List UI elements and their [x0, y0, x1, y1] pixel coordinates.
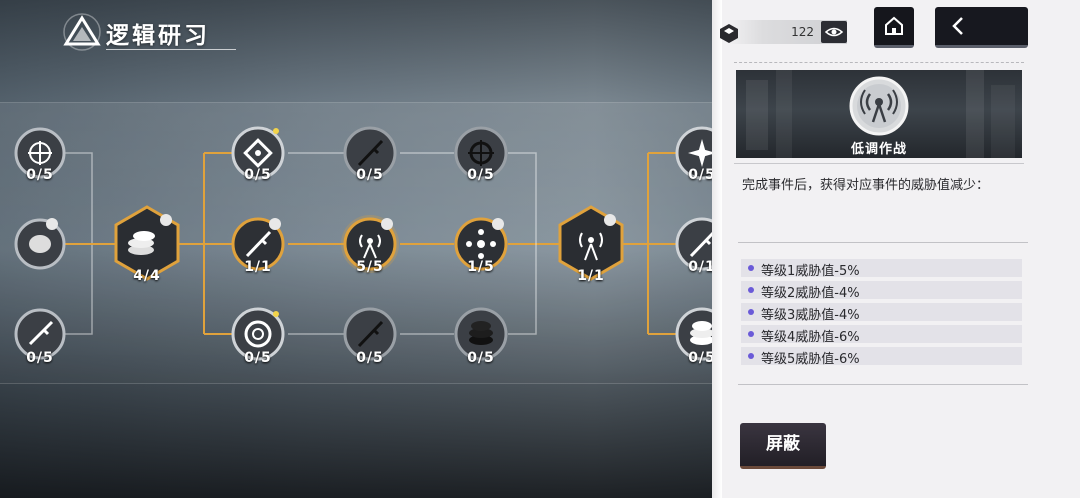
level-row: 等级3威胁值-4% — [741, 303, 1022, 323]
level-text: 等级1威胁值-5% — [761, 264, 860, 279]
node-L2[interactable] — [14, 218, 66, 270]
level-row: 等级4威胁值-6% — [741, 325, 1022, 345]
node-label-L1: 0/5 — [26, 167, 54, 183]
divider — [738, 242, 1028, 243]
check-badge-icon — [46, 218, 58, 230]
level-row: 等级2威胁值-4% — [741, 281, 1022, 301]
node-label-hub2: 1/1 — [577, 268, 605, 284]
bullet-icon — [748, 265, 754, 271]
check-badge-icon — [269, 218, 281, 230]
check-badge-icon — [160, 214, 172, 226]
level-text: 等级5威胁值-6% — [761, 352, 860, 367]
node-label-A3: 0/5 — [244, 350, 272, 366]
bullet-icon — [748, 331, 754, 337]
coin-icon — [29, 235, 51, 253]
node-label-B3: 0/5 — [356, 350, 384, 366]
eye-button[interactable] — [821, 21, 847, 43]
node-label-C2: 1/5 — [467, 259, 495, 275]
chevron-left-icon — [952, 17, 963, 35]
eye-icon — [824, 27, 844, 37]
node-label-L3: 0/5 — [26, 350, 54, 366]
check-badge-icon — [604, 214, 616, 226]
home-button[interactable] — [874, 7, 914, 48]
node-label-A1: 0/5 — [244, 167, 272, 183]
node-label-A2: 1/1 — [244, 259, 272, 275]
home-icon — [885, 16, 903, 35]
new-dot — [273, 128, 279, 134]
skill-description: 完成事件后，获得对应事件的威胁值减少： — [742, 178, 990, 193]
divider — [738, 384, 1028, 385]
check-badge-icon — [381, 218, 393, 230]
radio-tower-icon — [849, 76, 909, 136]
level-text: 等级3威胁值-4% — [761, 308, 860, 323]
resource-count: 122 — [791, 25, 814, 39]
bullet-icon — [748, 287, 754, 293]
block-button[interactable]: 屏蔽 — [740, 423, 826, 469]
coin-stack-icon — [690, 321, 714, 345]
node-label-C3: 0/5 — [467, 350, 495, 366]
skill-tree — [14, 126, 720, 361]
back-button[interactable] — [935, 7, 1028, 48]
node-label-B2: 5/5 — [356, 259, 384, 275]
node-label-hub1: 4/4 — [133, 268, 161, 284]
level-row: 等级5威胁值-6% — [741, 347, 1022, 367]
panel-edge — [712, 0, 722, 498]
new-dot — [273, 311, 279, 317]
level-row: 等级1威胁值-5% — [741, 259, 1022, 279]
skill-name: 低调作战 — [850, 142, 907, 157]
bullet-icon — [748, 309, 754, 315]
level-text: 等级2威胁值-4% — [761, 286, 860, 301]
bullet-icon — [748, 353, 754, 359]
level-text: 等级4威胁值-6% — [761, 330, 860, 345]
check-badge-icon — [492, 218, 504, 230]
coin-stack-icon — [469, 321, 493, 345]
node-label-C1: 0/5 — [467, 167, 495, 183]
node-label-B1: 0/5 — [356, 167, 384, 183]
cube-icon — [720, 24, 738, 43]
